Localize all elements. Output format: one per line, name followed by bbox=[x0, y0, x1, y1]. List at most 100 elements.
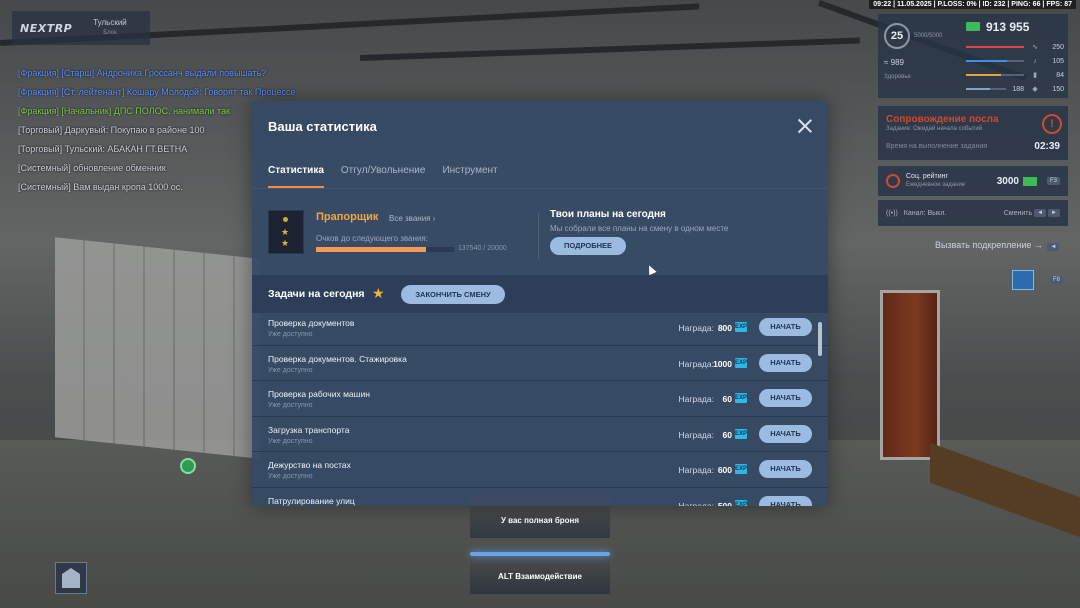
location-marker-icon bbox=[180, 458, 196, 474]
quest-time-label: Время на выполнение задания bbox=[886, 143, 988, 150]
reward-label: Награда: bbox=[678, 394, 714, 404]
all-ranks-link[interactable]: Все звания › bbox=[389, 214, 435, 223]
statistics-modal: Ваша статистика Статистика Отгул/Увольнен… bbox=[252, 101, 828, 506]
status-bar: 09:22 | 11.05.2025 | P.LOSS: 0% | ID: 23… bbox=[869, 0, 1076, 9]
start-task-button[interactable]: НАЧАТЬ bbox=[759, 389, 812, 407]
cash-icon bbox=[966, 22, 980, 31]
shield-icon: ◆ bbox=[1032, 86, 1038, 93]
rank-insignia-icon: ★ ★ bbox=[268, 210, 304, 254]
reward-value: 800 bbox=[717, 323, 732, 333]
social-rating[interactable]: Соц. рейтинг Ежедневное задание 3000 F3 bbox=[878, 166, 1068, 196]
more-details-button[interactable]: ПОДРОБНЕЕ bbox=[550, 237, 626, 255]
start-task-button[interactable]: НАЧАТЬ bbox=[759, 318, 812, 336]
close-icon[interactable] bbox=[798, 119, 812, 133]
start-task-button[interactable]: НАЧАТЬ bbox=[759, 353, 812, 372]
task-row: Дежурство на постах Уже доступно Награда: 6… bbox=[252, 452, 828, 488]
task-status: Уже доступно bbox=[268, 331, 313, 338]
reward-label: Награда: bbox=[678, 323, 714, 333]
quest-subtitle: Задание: Ожидай начала событий bbox=[886, 126, 983, 132]
rank-name: Прапорщик bbox=[316, 211, 379, 223]
vital-bar-mic: ♪ 105 bbox=[966, 54, 1064, 68]
task-name: Патрулирование улиц bbox=[268, 495, 355, 506]
task-name: Проверка документов. Стажировка bbox=[268, 353, 407, 364]
task-list-scrollbar[interactable] bbox=[818, 322, 822, 356]
reward-label: Награда: bbox=[678, 429, 714, 440]
mic-icon: ♪ bbox=[1033, 57, 1037, 65]
modal-title: Ваша статистика bbox=[268, 119, 377, 134]
call-backup[interactable]: Вызвать подкрепление → ◄ bbox=[935, 240, 1060, 251]
divider bbox=[538, 213, 539, 259]
start-task-button[interactable]: НАЧАТЬ bbox=[759, 424, 812, 443]
vital-bar-pulse: ∿ 250 bbox=[966, 40, 1064, 54]
rank-progress-text: 137540 / 20000 bbox=[458, 245, 507, 252]
start-task-button[interactable]: НАЧАТЬ bbox=[759, 495, 812, 506]
quest-tracker[interactable]: Сопровождение посла Задание: Ожидай нача… bbox=[878, 106, 1068, 160]
chat-line: [Фракция] [Ст. лейтенант] Кошару Молодой… bbox=[18, 87, 296, 97]
tablet-hotkey: F8 bbox=[1050, 276, 1064, 284]
task-name: Дежурство на постах bbox=[268, 460, 351, 470]
exp-icon: EXP bbox=[735, 393, 748, 403]
tasks-header: Задачи на сегодня ★ ЗАКОНЧИТЬ СМЕНУ bbox=[252, 275, 828, 313]
reward-label: Награда: bbox=[678, 358, 714, 369]
task-status: Уже доступно bbox=[268, 366, 313, 374]
task-status: Уже доступно bbox=[268, 437, 313, 445]
end-shift-button[interactable]: ЗАКОНЧИТЬ СМЕНУ bbox=[401, 285, 505, 304]
plans-subtitle: Мы собрали все планы на смену в одном ме… bbox=[550, 224, 729, 233]
reward-value: 60 bbox=[722, 394, 732, 404]
task-row: Проверка документов. Стажировка Уже досту… bbox=[252, 346, 828, 381]
social-value: 3000 bbox=[996, 175, 1019, 187]
vital-bars: ∿ 250 ♪ 105 ▮ 84 188 ◆ 150 bbox=[966, 40, 1064, 96]
tab-0[interactable]: Статистика bbox=[268, 157, 324, 188]
social-title: Соц. рейтинг bbox=[906, 173, 949, 180]
start-task-button[interactable]: НАЧАТЬ bbox=[759, 460, 812, 478]
task-list[interactable]: Проверка документов Уже доступно Награда: 8… bbox=[252, 310, 828, 506]
radio-channel[interactable]: ((•)) Канал: Выкл. Сменить ◄ ► bbox=[878, 200, 1068, 226]
cash-icon bbox=[1022, 176, 1037, 186]
next-rank-label: Очков до следующего звания: bbox=[316, 234, 428, 243]
social-subtitle: Ежедневное задание bbox=[906, 182, 966, 188]
alert-icon: ! bbox=[1042, 114, 1062, 134]
chat-line: [Фракция] [Старш] Андроника Гроссанч выд… bbox=[18, 68, 267, 78]
radio-action: Сменить bbox=[1003, 209, 1033, 217]
reward-value: 500 bbox=[717, 500, 732, 507]
reward-value: 1000 bbox=[713, 358, 732, 369]
radio-key-next[interactable]: ► bbox=[1048, 209, 1060, 217]
task-status: Уже доступно bbox=[268, 402, 313, 409]
pulse-icon: ∿ bbox=[1032, 44, 1038, 51]
vital-bar-food: ▮ 84 bbox=[966, 68, 1064, 82]
exp-icon: EXP bbox=[735, 464, 748, 474]
plans-title: Твои планы на сегодня bbox=[550, 209, 666, 220]
rating-icon bbox=[886, 174, 900, 188]
tab-bar: Статистика Отгул/Увольнение Инструмент bbox=[252, 157, 828, 189]
radio-key-prev[interactable]: ◄ bbox=[1034, 209, 1047, 217]
quest-timer: 02:39 bbox=[1034, 141, 1060, 152]
vital-bar-shield: 188 ◆ 150 bbox=[966, 82, 1064, 96]
level-ring: 25 bbox=[884, 23, 910, 49]
wings-counter: ≈ 989 bbox=[884, 58, 904, 67]
tasks-title: Задачи на сегодня bbox=[268, 288, 365, 300]
interaction-hint: ALT Взаимодействие bbox=[470, 552, 610, 594]
server-logo: NEXTRP Тульский Блок bbox=[12, 11, 150, 45]
extra-value: 188 bbox=[1012, 85, 1024, 93]
reward-label: Награда: bbox=[678, 500, 714, 507]
reward-value: 600 bbox=[717, 465, 732, 475]
health-label: Здоровье bbox=[884, 74, 911, 80]
star-icon: ★ bbox=[372, 285, 385, 301]
radio-label: Канал: Выкл. bbox=[903, 209, 947, 217]
tab-1[interactable]: Отгул/Увольнение bbox=[341, 157, 426, 188]
reward-value: 60 bbox=[722, 429, 732, 440]
task-row: Патрулирование улицУже доступноНаграда:5… bbox=[252, 488, 828, 507]
tab-2[interactable]: Инструмент bbox=[442, 157, 497, 188]
brand-logo: NEXTRP bbox=[20, 21, 73, 35]
rank-section: ★ ★ Прапорщик Все звания › Очков до след… bbox=[252, 189, 828, 275]
exp-icon: EXP bbox=[735, 499, 747, 506]
server-name: Тульский Блок bbox=[93, 18, 127, 36]
tablet-icon[interactable] bbox=[1012, 270, 1034, 290]
food-icon: ▮ bbox=[1033, 72, 1037, 79]
task-row: Проверка рабочих машин Уже доступно Наград… bbox=[252, 381, 828, 417]
rank-progress-bar bbox=[316, 247, 454, 252]
task-name: Загрузка транспорта bbox=[268, 424, 350, 435]
exp-icon: EXP bbox=[735, 428, 748, 439]
task-row: Проверка документов Уже доступно Награда: 8… bbox=[252, 310, 828, 346]
task-name: Проверка рабочих машин bbox=[268, 389, 370, 399]
